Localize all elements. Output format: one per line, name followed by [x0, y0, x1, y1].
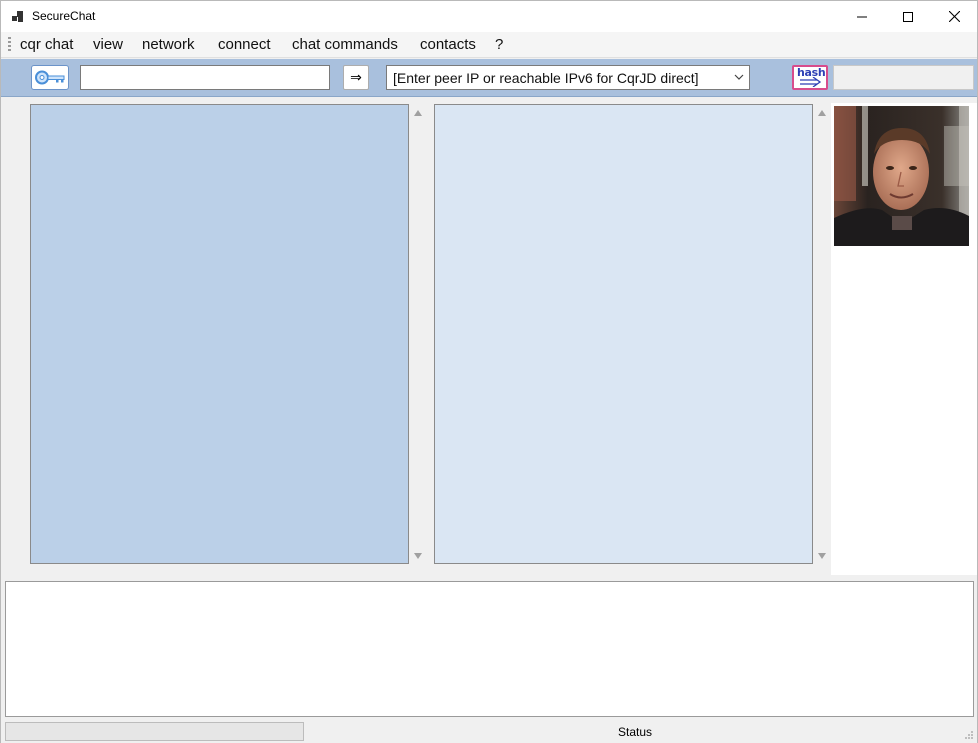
main-window: SecureChat cqr chat view network connect…	[0, 0, 978, 743]
menu-chat-commands[interactable]: chat commands	[290, 36, 400, 53]
key-icon	[35, 70, 65, 85]
chat-history-panel[interactable]	[30, 104, 409, 564]
hash-button[interactable]: hash	[792, 65, 828, 90]
menu-help[interactable]: ?	[493, 36, 505, 53]
maximize-button[interactable]	[885, 1, 931, 32]
send-arrow-button[interactable]: ⇒	[343, 65, 369, 90]
arrow-right-icon	[800, 77, 822, 87]
scroll-up-icon[interactable]	[817, 109, 827, 117]
menu-grip[interactable]	[8, 37, 11, 53]
title-bar: SecureChat	[1, 1, 977, 32]
peer-ip-combobox-value: [Enter peer IP or reachable IPv6 for Cqr…	[393, 70, 699, 86]
close-icon	[948, 11, 960, 22]
hash-output-field[interactable]	[833, 65, 974, 90]
status-text: Status	[618, 725, 653, 739]
peer-messages-panel[interactable]	[434, 104, 813, 564]
app-icon	[12, 11, 24, 23]
minimize-button[interactable]	[839, 1, 885, 32]
menu-view[interactable]: view	[91, 36, 125, 53]
peer-ip-combobox[interactable]: [Enter peer IP or reachable IPv6 for Cqr…	[386, 65, 750, 90]
scroll-down-icon[interactable]	[817, 552, 827, 560]
menu-cqr-chat[interactable]: cqr chat	[18, 36, 75, 53]
menu-network[interactable]: network	[140, 36, 197, 53]
close-button[interactable]	[931, 1, 977, 32]
menu-bar: cqr chat view network connect chat comma…	[1, 32, 977, 58]
avatar-area	[831, 103, 977, 575]
menu-connect[interactable]: connect	[216, 36, 273, 53]
user-photo[interactable]	[834, 106, 969, 246]
chevron-down-icon[interactable]	[734, 72, 744, 82]
maximize-icon	[903, 11, 913, 22]
progress-bar	[5, 722, 304, 741]
key-button[interactable]	[31, 65, 69, 90]
message-input-area[interactable]	[5, 581, 974, 717]
status-bar: Status	[1, 720, 977, 743]
scroll-up-icon[interactable]	[413, 109, 423, 117]
window-title: SecureChat	[32, 9, 96, 23]
menu-contacts[interactable]: contacts	[418, 36, 478, 53]
scroll-down-icon[interactable]	[413, 552, 423, 560]
secret-key-input[interactable]	[80, 65, 330, 90]
resize-grip-icon[interactable]	[964, 730, 974, 740]
user-photo-icon	[834, 106, 969, 246]
minimize-icon	[857, 16, 867, 17]
toolbar: ⇒ [Enter peer IP or reachable IPv6 for C…	[1, 59, 977, 97]
